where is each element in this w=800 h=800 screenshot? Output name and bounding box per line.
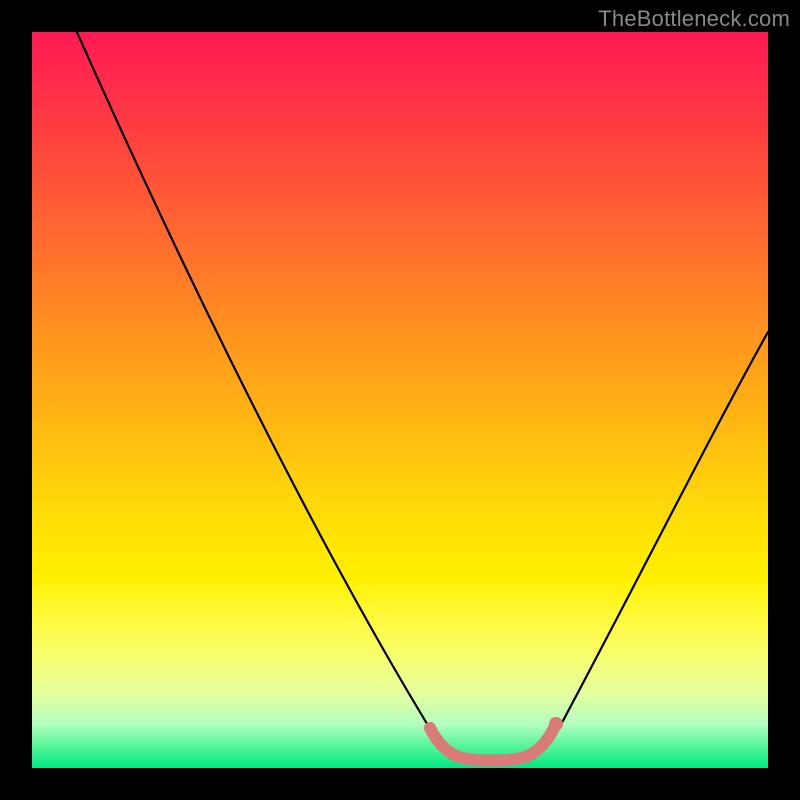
chart-frame: TheBottleneck.com [0, 0, 800, 800]
plot-area [32, 32, 768, 768]
optimal-marker-dot [549, 717, 563, 731]
curve-svg [32, 32, 768, 768]
optimal-marker-dot-left [424, 722, 436, 734]
bottleneck-curve-right [522, 332, 768, 760]
optimal-marker-path [430, 728, 554, 761]
bottleneck-curve-left [68, 32, 462, 760]
watermark-text: TheBottleneck.com [598, 6, 790, 32]
